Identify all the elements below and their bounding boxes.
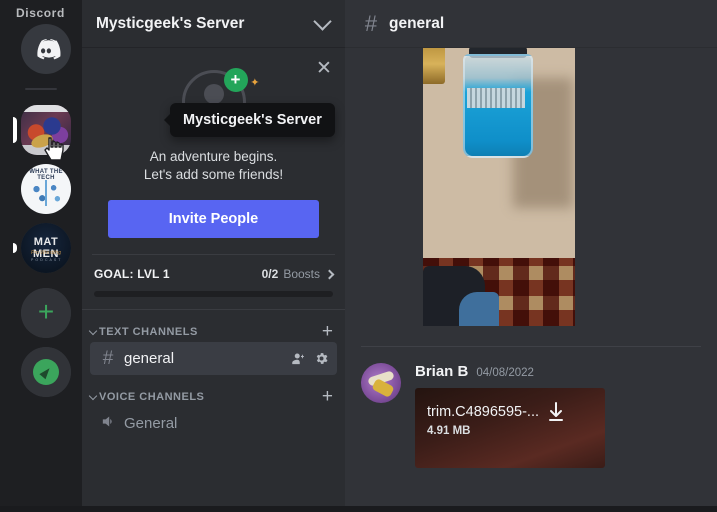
server-icon-mat-men[interactable]: MAT MEN Pro Wrestling P O D C A S T <box>21 223 71 273</box>
compass-icon <box>33 359 59 385</box>
message-file-attachment[interactable]: trim.C4896595-... 4.91 MB <box>415 388 605 468</box>
plus-icon: + <box>37 296 55 327</box>
add-a-server-button[interactable]: + <box>13 288 71 338</box>
message-item[interactable]: Brian B 04/08/2022 trim.C4896595-... 4.9… <box>345 347 717 468</box>
discord-app-window: Discord WHAT THE TECH MAT MEN Pro Wrestl… <box>0 0 717 512</box>
server-artwork: WHAT THE TECH <box>21 164 71 214</box>
avatar[interactable] <box>361 363 401 403</box>
active-server-indicator <box>13 117 17 143</box>
sidebar-item-channel-general[interactable]: # general <box>90 342 337 375</box>
rail-divider <box>25 88 57 90</box>
server-name-tooltip: Mysticgeek's Server <box>170 103 335 137</box>
server-artwork: MAT MEN Pro Wrestling P O D C A S T <box>21 223 71 273</box>
sidebar-item-server-2[interactable]: MAT MEN Pro Wrestling P O D C A S T <box>13 223 71 273</box>
boost-goal-label: GOAL: LVL 1 <box>94 267 170 281</box>
server-rail: Discord WHAT THE TECH MAT MEN Pro Wrestl… <box>0 0 82 512</box>
chevron-right-icon[interactable] <box>324 269 335 279</box>
chat-main: # general Brian B 04/08/2022 trim.C48965… <box>345 0 717 512</box>
category-label: VOICE CHANNELS <box>99 391 205 403</box>
channel-name-label: general <box>124 350 175 367</box>
server-icon-mysticgeeks[interactable] <box>21 105 71 155</box>
close-icon[interactable]: ✕ <box>315 59 333 78</box>
add-server-circle[interactable]: + <box>21 288 71 338</box>
welcome-line-1: An adventure begins. <box>149 149 278 164</box>
server-artwork-tagline: P O D C A S T <box>30 258 62 262</box>
server-artwork-text: MAT MEN <box>33 236 59 260</box>
category-voice-channels[interactable]: VOICE CHANNELS + <box>82 375 345 407</box>
boost-progress-bar <box>94 291 333 297</box>
hash-icon: # <box>364 10 378 36</box>
boost-count: 0/2 <box>261 267 279 281</box>
server-list: WHAT THE TECH MAT MEN Pro Wrestling P O … <box>0 24 82 397</box>
explore-circle[interactable] <box>21 347 71 397</box>
channel-sidebar: Mysticgeek's Server ✕ + ✦ An adventure b… <box>82 0 345 512</box>
create-channel-icon[interactable]: + <box>322 322 333 341</box>
unread-indicator <box>13 243 17 253</box>
server-boost-status[interactable]: GOAL: LVL 1 0/2 Boosts <box>82 255 345 281</box>
edit-channel-icon[interactable] <box>314 351 329 366</box>
chevron-down-icon[interactable] <box>88 391 98 400</box>
voice-channel-name-label: General <box>124 415 178 432</box>
category-label: TEXT CHANNELS <box>99 326 198 338</box>
jar-object <box>423 48 445 84</box>
message-author[interactable]: Brian B <box>415 363 468 380</box>
hash-icon: # <box>102 347 114 369</box>
speaker-icon <box>98 413 118 435</box>
chevron-down-icon[interactable] <box>88 326 98 335</box>
create-channel-icon[interactable]: + <box>322 387 333 406</box>
window-bottom-edge <box>0 506 717 512</box>
app-brand-label: Discord <box>16 6 65 20</box>
page-title: general <box>389 14 445 32</box>
sidebar-item-server-0[interactable] <box>13 105 71 155</box>
category-text-channels[interactable]: TEXT CHANNELS + <box>82 310 345 342</box>
bottle-object <box>459 48 537 158</box>
file-name-label: trim.C4896595-... <box>427 404 540 420</box>
message-timestamp: 04/08/2022 <box>476 367 534 379</box>
sparkle-icon: ✦ <box>250 77 260 89</box>
welcome-line-2: Let's add some friends! <box>143 167 284 182</box>
sidebar-item-server-1[interactable]: WHAT THE TECH <box>13 164 71 214</box>
server-header-dropdown[interactable]: Mysticgeek's Server <box>82 0 345 48</box>
server-icon-what-the-tech[interactable]: WHAT THE TECH <box>21 164 71 214</box>
plus-badge-icon: + <box>223 68 248 92</box>
download-icon[interactable] <box>547 402 565 422</box>
home-button[interactable] <box>13 24 71 74</box>
boost-label: Boosts <box>283 267 320 281</box>
server-name-label: Mysticgeek's Server <box>96 14 245 32</box>
create-invite-icon[interactable] <box>291 351 306 366</box>
server-artwork-subtext: Pro Wrestling <box>30 250 61 256</box>
invite-people-button[interactable]: Invite People <box>108 200 319 238</box>
channel-header: # general <box>345 0 717 48</box>
welcome-panel: ✕ + ✦ An adventure begins. Let's add som… <box>82 48 345 238</box>
discord-logo-icon[interactable] <box>21 24 71 74</box>
file-size-label: 4.91 MB <box>427 425 471 437</box>
sidebar-item-voice-general[interactable]: General <box>90 407 337 440</box>
message-image-attachment[interactable] <box>423 48 575 326</box>
chevron-down-icon[interactable] <box>313 11 332 31</box>
explore-public-servers-button[interactable] <box>13 347 71 397</box>
message-list[interactable]: Brian B 04/08/2022 trim.C4896595-... 4.9… <box>345 48 717 512</box>
server-artwork <box>21 105 71 155</box>
